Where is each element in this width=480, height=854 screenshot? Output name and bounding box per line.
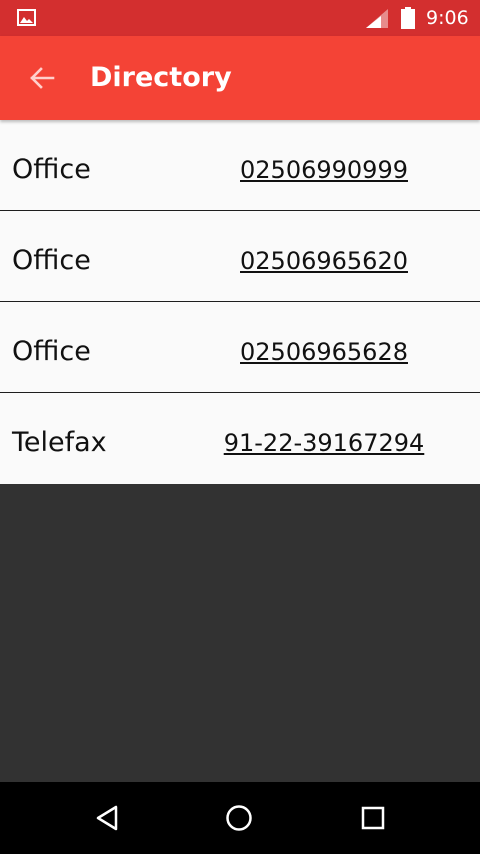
back-button[interactable] (18, 54, 66, 102)
phone-number-link[interactable]: 02506965628 (240, 337, 408, 367)
list-item: Telefax 91-22-39167294 (0, 393, 480, 484)
status-clock: 9:06 (426, 7, 469, 29)
nav-home-button[interactable] (215, 794, 263, 842)
phone-number-link[interactable]: 02506965620 (240, 246, 408, 276)
battery-icon (401, 7, 415, 29)
nav-recents-button[interactable] (349, 794, 397, 842)
back-triangle-icon (96, 805, 118, 831)
phone-number-link[interactable]: 02506990999 (240, 155, 408, 185)
home-circle-icon (226, 805, 252, 831)
navigation-bar (0, 782, 480, 854)
recents-square-icon (361, 806, 385, 830)
gallery-icon (17, 9, 36, 26)
list-item: Office 02506990999 (0, 120, 480, 211)
entry-label: Office (12, 245, 91, 276)
signal-icon (366, 9, 388, 28)
nav-back-button[interactable] (83, 794, 131, 842)
directory-list: Office 02506990999 Office 02506965620 Of… (0, 120, 480, 484)
list-item: Office 02506965620 (0, 211, 480, 302)
status-bar: 9:06 (0, 0, 480, 36)
list-item: Office 02506965628 (0, 302, 480, 393)
directory-screen: 9:06 Directory Office 02506990999 Office… (0, 0, 480, 854)
app-bar: Directory (0, 36, 480, 120)
arrow-back-icon (30, 67, 55, 89)
entry-label: Telefax (12, 427, 107, 458)
entry-label: Office (12, 336, 91, 367)
phone-number-link[interactable]: 91-22-39167294 (224, 428, 425, 458)
page-title: Directory (90, 62, 232, 93)
entry-label: Office (12, 154, 91, 185)
